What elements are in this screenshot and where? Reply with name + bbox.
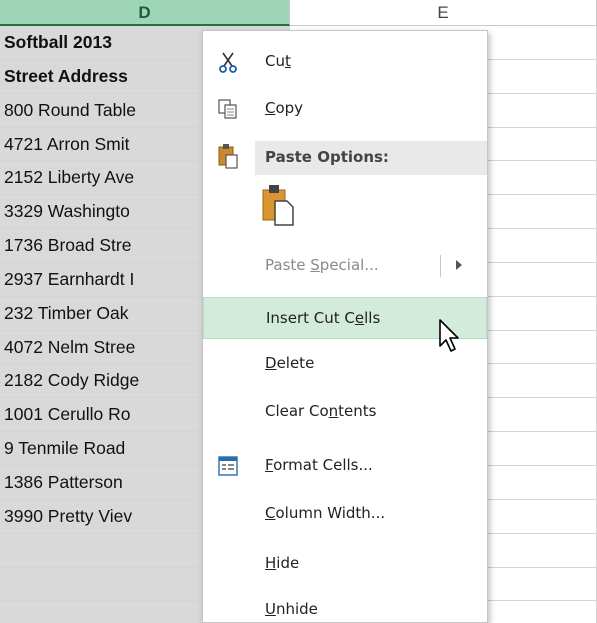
paste-options-header: Paste Options: [255,141,487,175]
scissors-icon [219,52,237,73]
column-width-label: Column Width... [265,504,386,522]
paste-special-label: Paste Special... [265,256,379,274]
menu-item-format-cells[interactable]: Format Cells... [203,449,487,483]
column-header-e[interactable]: E [290,0,597,26]
clipboard-icon [218,144,238,169]
unhide-label: Unhide [265,600,318,618]
format-cells-icon [218,456,238,476]
menu-item-copy[interactable]: Copy [203,92,487,126]
mouse-pointer-icon [439,319,459,352]
copy-label: Copy [265,99,304,117]
menu-item-cut[interactable]: Cut [203,45,487,79]
paste-options-label: Paste Options: [265,148,389,166]
clear-contents-label: Clear Contents [265,402,377,420]
column-header-d[interactable]: D [0,0,290,26]
column-headers: D E [0,0,597,26]
cut-label: Cut [265,52,291,70]
hide-label: Hide [265,554,300,572]
delete-label: Delete [265,354,315,372]
submenu-arrow-icon[interactable] [456,260,462,270]
menu-item-clear-contents[interactable]: Clear Contents [203,395,487,429]
insert-cut-cells-label: Insert Cut Cells [266,309,381,327]
copy-icon [218,99,237,119]
menu-item-unhide[interactable]: Unhide [203,593,487,623]
paste-icon[interactable] [261,183,295,227]
menu-item-hide[interactable]: Hide [203,547,487,581]
menu-item-paste-special[interactable]: Paste Special... [203,249,487,283]
format-cells-label: Format Cells... [265,456,373,474]
menu-item-column-width[interactable]: Column Width... [203,497,487,531]
submenu-separator [440,255,441,277]
